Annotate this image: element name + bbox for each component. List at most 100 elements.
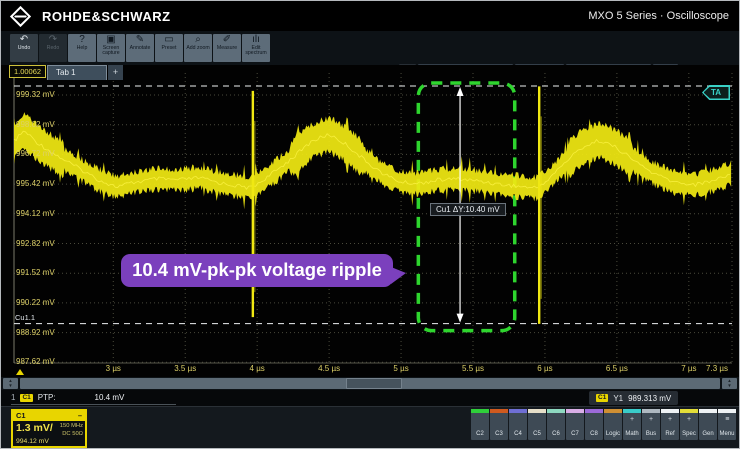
channel-1-widget[interactable]: C1 – 1.3 mV/ 150 MHz DC 50Ω 994.12 mV [11, 409, 87, 448]
time-reference-marker [16, 369, 24, 375]
scrollbar-handle[interactable] [346, 378, 402, 389]
scroll-left-stepper[interactable]: ▲▼ [3, 378, 18, 389]
cursor-name: Y1 [613, 394, 623, 403]
toolbar-button-label: Annotate [130, 46, 151, 51]
c6-button[interactable]: C6 [547, 409, 565, 440]
add-zoom-button[interactable]: ⌕Add zoom [184, 34, 212, 62]
channel-button-label: C2 [471, 431, 489, 437]
channel-color-stripe [471, 409, 489, 413]
horizontal-scrollbar: ▲▼ ▲▼ [1, 377, 739, 390]
edit-spectrum-button[interactable]: ılıEdit spectrum [242, 34, 270, 62]
minimize-icon[interactable]: – [78, 411, 82, 421]
c2-button[interactable]: C2 [471, 409, 489, 440]
measurement-channel-badge: C1 [20, 394, 32, 402]
channel-color-stripe [604, 409, 622, 413]
channel-button-label: C4 [509, 431, 527, 437]
measure-button[interactable]: ✐Measure [213, 34, 241, 62]
x-tick-label: 5.5 µs [451, 364, 495, 373]
channel-1-bandwidth: 150 MHz [60, 423, 83, 429]
cursor-value: 989.313 mV [628, 394, 671, 403]
undo-button[interactable]: ↶Undo [10, 34, 38, 62]
channel-color-stripe [661, 409, 679, 413]
channel-1-coupling: DC 50Ω [62, 431, 83, 437]
toolbar-buttons: ↶Undo↷Redo?Help▣Screen capture✎Annotate▭… [10, 34, 270, 62]
channel-button-label: Math [623, 431, 641, 437]
top-scale-value: 1.00062 [9, 65, 46, 78]
c8-button[interactable]: C8 [585, 409, 603, 440]
add-icon: + [661, 416, 679, 423]
waveform-display: 1.00062 Tab 1 + 999.32 mV 998.02 mV 996.72… [1, 65, 739, 377]
y-tick-label: 996.72 mV [16, 149, 55, 158]
channel-button-label: C5 [528, 431, 546, 437]
cursor-line-label[interactable]: Cu1.1 [15, 313, 35, 322]
toolbar-button-label: Preset [162, 46, 177, 51]
channel-1-name: C1 [16, 411, 26, 421]
rs-logo [10, 5, 31, 26]
measurement-value: 10.4 mV [95, 393, 125, 402]
channel-color-stripe [528, 409, 546, 413]
toolbar-button-label: Redo [47, 46, 59, 51]
bus-button[interactable]: +Bus [642, 409, 660, 440]
title-bar: ROHDE&SCHWARZ MXO 5 Series · Oscilloscop… [1, 1, 739, 31]
toolbar-button-label: Measure [217, 46, 237, 51]
ref-button[interactable]: +Ref [661, 409, 679, 440]
add-icon: + [680, 416, 698, 423]
cursor-channel-badge: C1 [596, 394, 608, 402]
y-tick-label: 992.82 mV [16, 239, 55, 248]
spec-button[interactable]: +Spec [680, 409, 698, 440]
c7-button[interactable]: C7 [566, 409, 584, 440]
x-tick-label: 3 µs [91, 364, 135, 373]
channel-button-label: C7 [566, 431, 584, 437]
x-tick-label: 4.5 µs [307, 364, 351, 373]
gen-button[interactable]: Gen [699, 409, 717, 440]
scrollbar-track[interactable] [20, 378, 720, 389]
toolbar: ↶Undo↷Redo?Help▣Screen capture✎Annotate▭… [1, 31, 739, 65]
redo-button[interactable]: ↷Redo [39, 34, 67, 62]
y-tick-label: 991.52 mV [16, 268, 55, 277]
preset-button[interactable]: ▭Preset [155, 34, 183, 62]
channel-button-label: C6 [547, 431, 565, 437]
brand-text: ROHDE&SCHWARZ [42, 9, 171, 24]
y-tick-label: 990.22 mV [16, 298, 55, 307]
x-tick-label: 6 µs [523, 364, 567, 373]
toolbar-button-label: Add zoom [186, 46, 209, 51]
c5-button[interactable]: C5 [528, 409, 546, 440]
cursor-result[interactable]: C1 Y1 989.313 mV [589, 391, 678, 405]
channel-color-stripe [642, 409, 660, 413]
y-tick-label: 994.12 mV [16, 209, 55, 218]
y-tick-label: 995.42 mV [16, 179, 55, 188]
x-tick-label: 3.5 µs [163, 364, 207, 373]
channel-1-scale: 1.3 mV/ [16, 422, 53, 434]
waveform-canvas [1, 65, 739, 377]
bottom-bar: C1 – 1.3 mV/ 150 MHz DC 50Ω 994.12 mV C2… [1, 406, 739, 449]
x-tick-label: 7.3 µs [695, 364, 739, 373]
add-icon: + [623, 416, 641, 423]
channel-color-stripe [509, 409, 527, 413]
channel-button-label: Bus [642, 431, 660, 437]
channel-1-offset: 994.12 mV [16, 438, 49, 445]
add-tab-button[interactable]: + [108, 65, 123, 80]
toolbar-button-label: Undo [18, 46, 30, 51]
c4-button[interactable]: C4 [509, 409, 527, 440]
annotate-button[interactable]: ✎Annotate [126, 34, 154, 62]
channel-button-label: Logic [604, 431, 622, 437]
menu-button[interactable]: ≡Menu [718, 409, 736, 440]
measurement-name: PTP: [38, 393, 56, 402]
x-tick-label: 6.5 µs [595, 364, 639, 373]
channel-button-label: C3 [490, 431, 508, 437]
tab-1[interactable]: Tab 1 [47, 65, 107, 80]
y-tick-label: 999.32 mV [16, 90, 55, 99]
help-button[interactable]: ?Help [68, 34, 96, 62]
channel-color-stripe [566, 409, 584, 413]
measurement-result[interactable]: 1 C1 PTP: 10.4 mV [11, 391, 176, 405]
channel-color-stripe [585, 409, 603, 413]
channel-color-stripe [623, 409, 641, 413]
math-button[interactable]: + Math [623, 409, 641, 440]
scroll-right-stepper[interactable]: ▲▼ [722, 378, 737, 389]
screen-capture-button[interactable]: ▣Screen capture [97, 34, 125, 62]
y-tick-label: 987.62 mV [16, 357, 55, 366]
c3-button[interactable]: C3 [490, 409, 508, 440]
channel-button-label: C8 [585, 431, 603, 437]
y-tick-label: 998.02 mV [16, 120, 55, 129]
logic-button[interactable]: Logic [604, 409, 622, 440]
